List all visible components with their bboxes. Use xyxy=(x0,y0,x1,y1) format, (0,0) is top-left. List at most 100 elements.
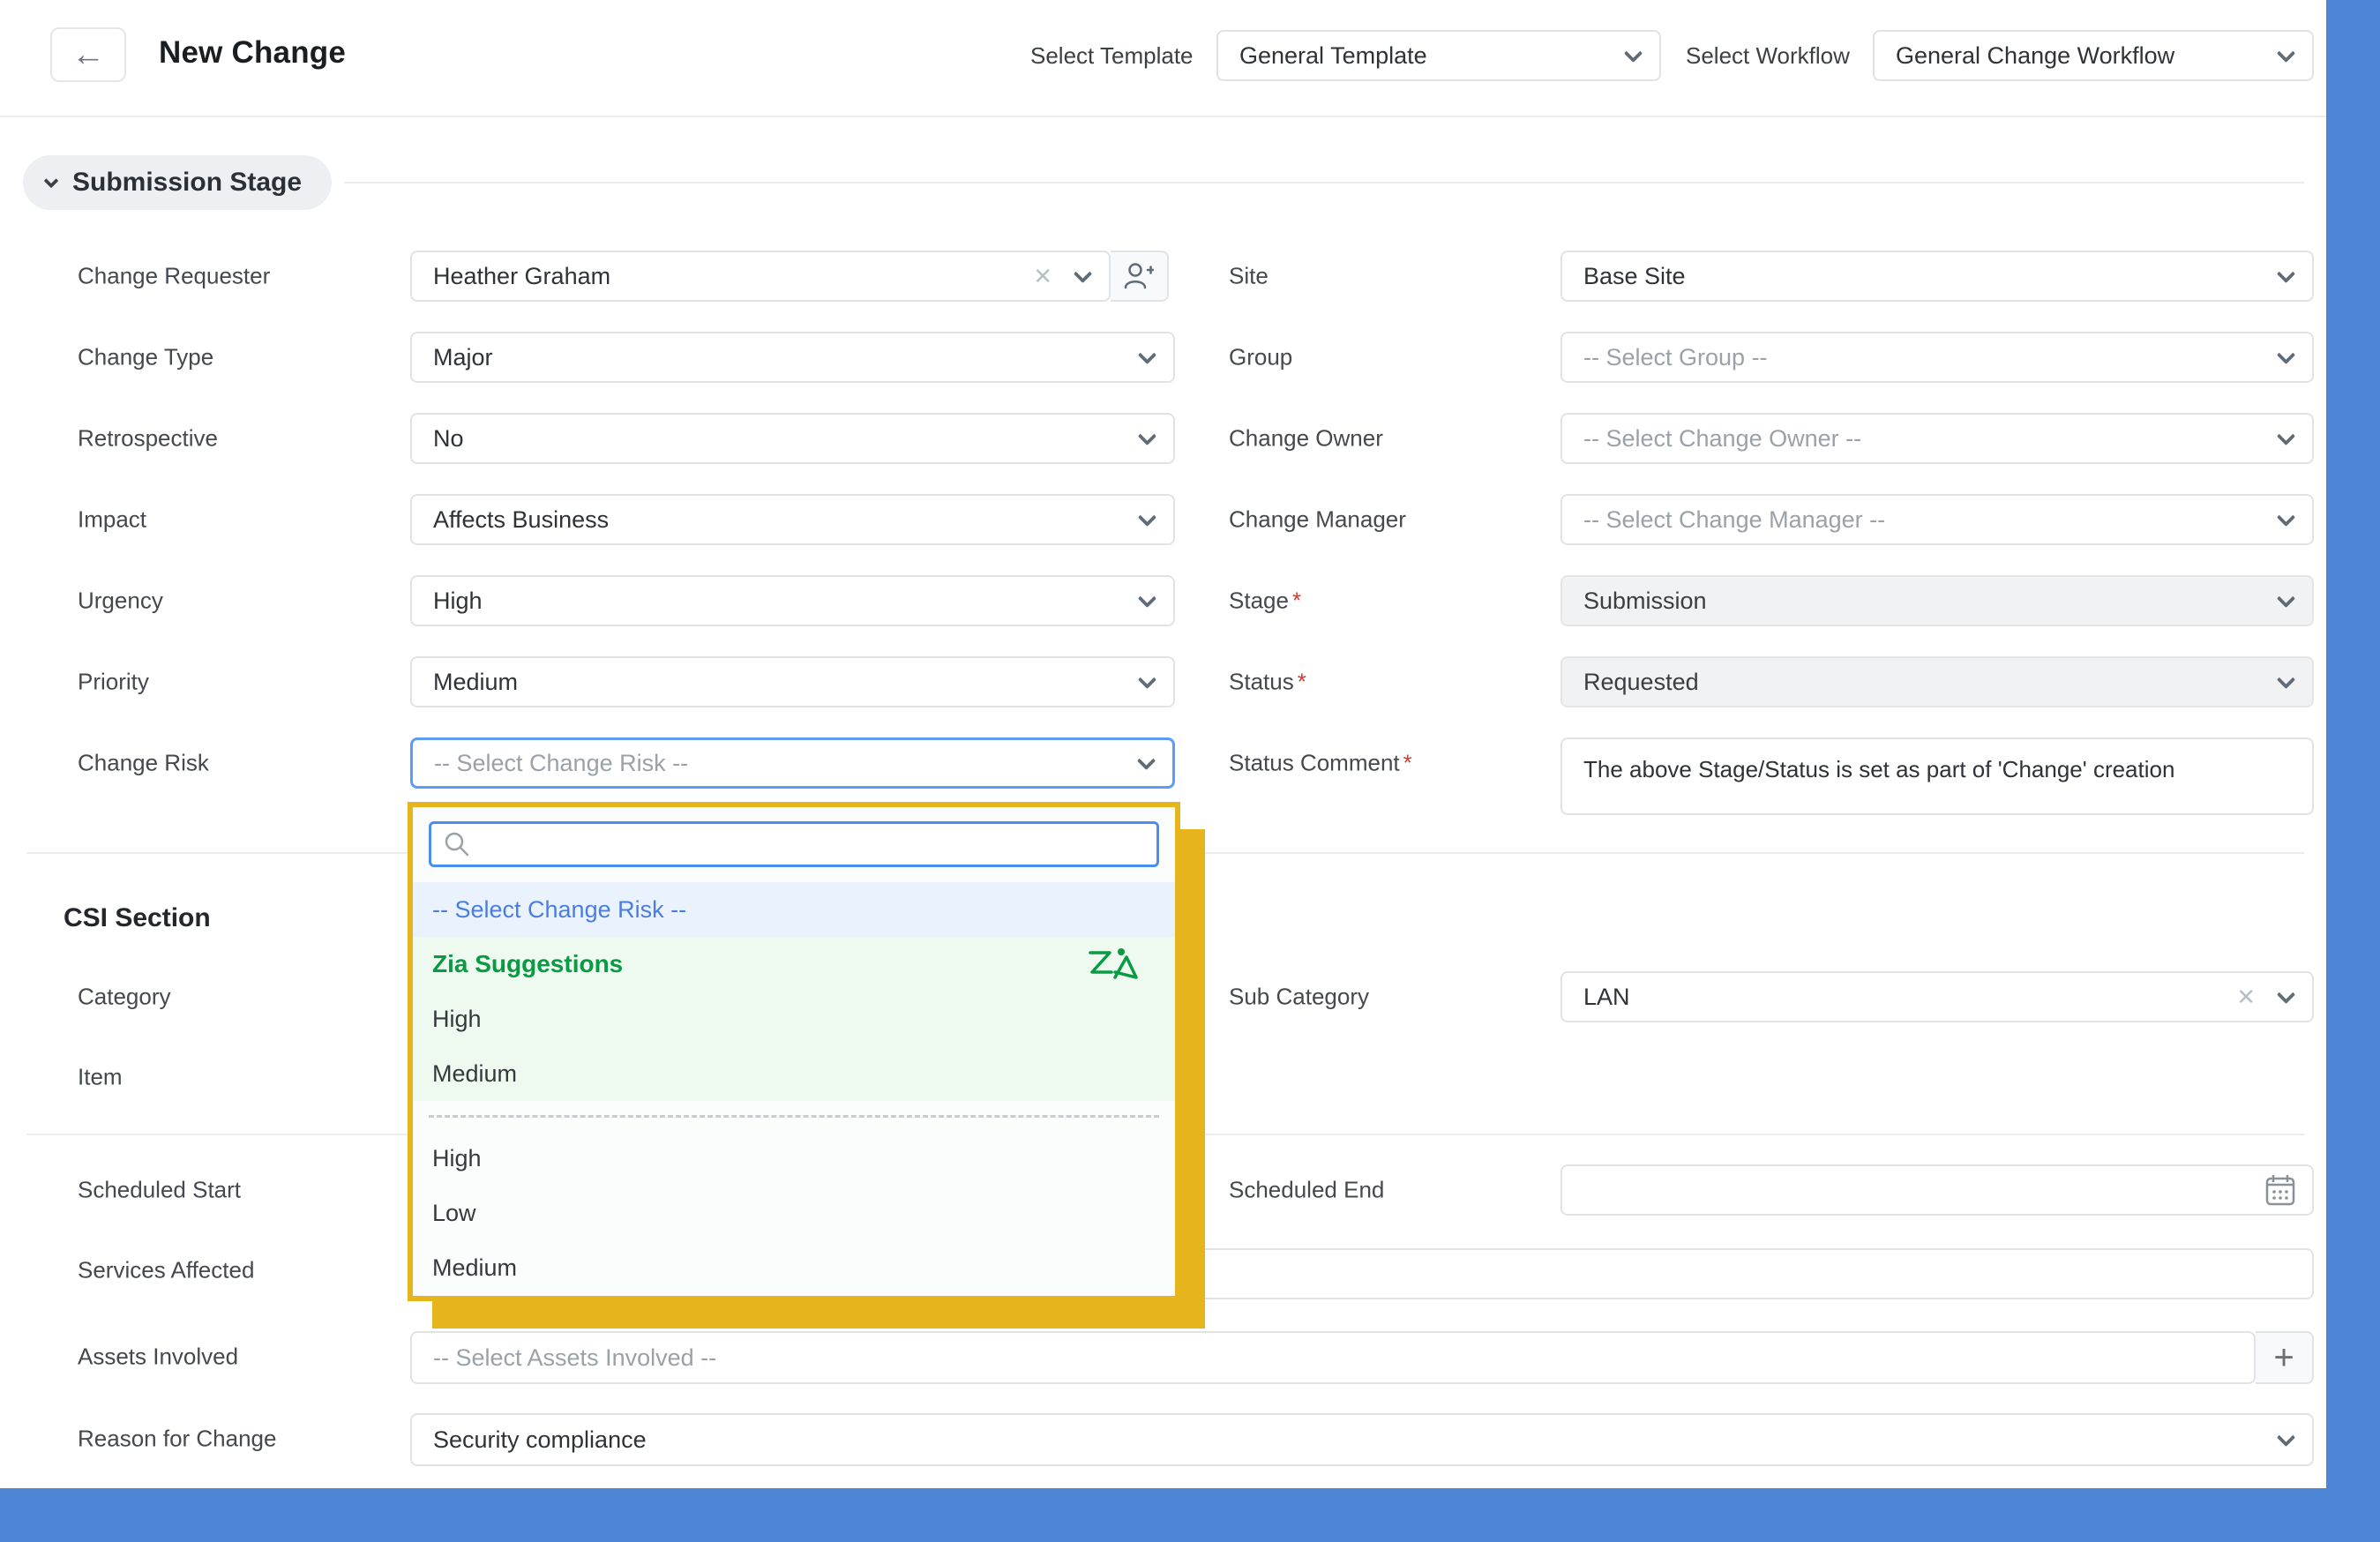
section-divider xyxy=(344,182,2304,183)
site-select[interactable]: Base Site xyxy=(1560,251,2314,302)
sub-category-value: LAN xyxy=(1583,984,1630,1011)
chevron-down-icon xyxy=(1138,426,1156,445)
change-type-value: Major xyxy=(433,344,493,371)
select-template-label: Select Template xyxy=(1030,0,1194,111)
assets-involved-placeholder: -- Select Assets Involved -- xyxy=(433,1344,716,1372)
status-comment-field[interactable]: The above Stage/Status is set as part of… xyxy=(1560,737,2314,815)
change-type-label: Change Type xyxy=(78,344,213,371)
dropdown-option-low[interactable]: Low xyxy=(413,1186,1175,1240)
change-manager-label: Change Manager xyxy=(1229,506,1406,534)
status-comment-value: The above Stage/Status is set as part of… xyxy=(1583,756,2174,782)
chevron-down-icon xyxy=(2277,588,2295,607)
dropdown-option-zia-high[interactable]: High xyxy=(413,992,1175,1046)
chevron-down-icon xyxy=(1137,751,1156,769)
csi-section-title: CSI Section xyxy=(64,903,211,933)
retrospective-label: Retrospective xyxy=(78,425,218,453)
clear-icon[interactable]: ✕ xyxy=(1033,263,1052,290)
change-manager-placeholder: -- Select Change Manager -- xyxy=(1583,506,1885,534)
change-type-select[interactable]: Major xyxy=(410,332,1175,383)
site-value: Base Site xyxy=(1583,263,1686,290)
status-comment-label: Status Comment xyxy=(1229,750,1412,777)
change-risk-select[interactable]: -- Select Change Risk -- xyxy=(410,737,1175,789)
stage-select[interactable]: Submission xyxy=(1560,575,2314,626)
stage-value: Submission xyxy=(1583,588,1707,615)
chevron-down-icon xyxy=(44,174,59,189)
workflow-select-value: General Change Workflow xyxy=(1896,42,2174,70)
change-requester-field[interactable]: Heather Graham ✕ xyxy=(410,251,1111,302)
add-requester-button[interactable] xyxy=(1111,251,1169,302)
zia-suggestions-header: Zia Suggestions xyxy=(413,937,1175,992)
submission-stage-label: Submission Stage xyxy=(72,168,302,198)
scheduled-start-label: Scheduled Start xyxy=(78,1177,241,1204)
urgency-label: Urgency xyxy=(78,588,163,615)
change-manager-select[interactable]: -- Select Change Manager -- xyxy=(1560,494,2314,545)
search-icon xyxy=(444,831,470,857)
stage-label: Stage xyxy=(1229,588,1301,615)
chevron-down-icon xyxy=(2277,984,2295,1003)
dropdown-option-medium[interactable]: Medium xyxy=(413,1240,1175,1295)
group-select[interactable]: -- Select Group -- xyxy=(1560,332,2314,383)
chevron-down-icon xyxy=(2277,670,2295,688)
browser-frame: ← New Change Select Template General Tem… xyxy=(0,0,2380,1542)
change-risk-dropdown: -- Select Change Risk -- Zia Suggestions… xyxy=(408,802,1180,1301)
page-title: New Change xyxy=(159,35,346,71)
group-placeholder: -- Select Group -- xyxy=(1583,344,1768,371)
add-asset-button[interactable]: + xyxy=(2256,1331,2314,1384)
dropdown-option-high[interactable]: High xyxy=(413,1131,1175,1186)
reason-for-change-select[interactable]: Security compliance xyxy=(410,1413,2314,1466)
chevron-down-icon xyxy=(1624,43,1643,62)
priority-value: Medium xyxy=(433,669,518,696)
retrospective-value: No xyxy=(433,425,464,453)
chevron-down-icon xyxy=(1074,264,1092,282)
sub-category-select[interactable]: LAN ✕ xyxy=(1560,971,2314,1022)
category-label: Category xyxy=(78,984,171,1011)
change-owner-label: Change Owner xyxy=(1229,425,1383,453)
priority-label: Priority xyxy=(78,669,149,696)
chevron-down-icon xyxy=(1138,588,1156,607)
dropdown-separator xyxy=(429,1115,1159,1118)
site-label: Site xyxy=(1229,263,1269,290)
reason-for-change-label: Reason for Change xyxy=(78,1426,276,1453)
reason-for-change-value: Security compliance xyxy=(433,1426,647,1454)
dropdown-option-zia-medium[interactable]: Medium xyxy=(413,1046,1175,1101)
impact-label: Impact xyxy=(78,506,146,534)
priority-select[interactable]: Medium xyxy=(410,656,1175,707)
services-affected-label: Services Affected xyxy=(78,1257,254,1284)
dropdown-option-select-change-risk[interactable]: -- Select Change Risk -- xyxy=(413,882,1175,937)
status-select[interactable]: Requested xyxy=(1560,656,2314,707)
chevron-down-icon xyxy=(2277,426,2295,445)
assets-involved-label: Assets Involved xyxy=(78,1344,238,1371)
chevron-down-icon xyxy=(2277,345,2295,363)
change-risk-placeholder: -- Select Change Risk -- xyxy=(434,750,688,777)
dropdown-search-input[interactable] xyxy=(429,821,1159,867)
item-label: Item xyxy=(78,1064,123,1091)
plus-icon: + xyxy=(2273,1338,2294,1378)
header-divider xyxy=(0,116,2326,117)
change-risk-label: Change Risk xyxy=(78,750,209,777)
new-change-page: ← New Change Select Template General Tem… xyxy=(0,0,2326,1488)
change-requester-value: Heather Graham xyxy=(433,263,610,290)
workflow-select[interactable]: General Change Workflow xyxy=(1873,30,2314,81)
calendar-icon[interactable] xyxy=(2264,1173,2296,1207)
back-button[interactable]: ← xyxy=(50,27,126,82)
change-owner-placeholder: -- Select Change Owner -- xyxy=(1583,425,1861,453)
chevron-down-icon xyxy=(2277,507,2295,526)
chevron-down-icon xyxy=(1138,345,1156,363)
status-label: Status xyxy=(1229,669,1306,696)
chevron-down-icon xyxy=(2277,43,2295,62)
impact-select[interactable]: Affects Business xyxy=(410,494,1175,545)
scheduled-end-label: Scheduled End xyxy=(1229,1177,1384,1204)
group-label: Group xyxy=(1229,344,1292,371)
urgency-select[interactable]: High xyxy=(410,575,1175,626)
template-select[interactable]: General Template xyxy=(1216,30,1661,81)
clear-icon[interactable]: ✕ xyxy=(2236,984,2256,1011)
change-owner-select[interactable]: -- Select Change Owner -- xyxy=(1560,413,2314,464)
submission-stage-toggle[interactable]: Submission Stage xyxy=(23,155,332,210)
scheduled-end-input[interactable] xyxy=(1560,1164,2314,1216)
chevron-down-icon xyxy=(1138,670,1156,688)
assets-involved-input[interactable]: -- Select Assets Involved -- xyxy=(410,1331,2256,1384)
sub-category-label: Sub Category xyxy=(1229,984,1369,1011)
back-arrow-icon: ← xyxy=(71,36,105,74)
retrospective-select[interactable]: No xyxy=(410,413,1175,464)
status-value: Requested xyxy=(1583,669,1699,696)
